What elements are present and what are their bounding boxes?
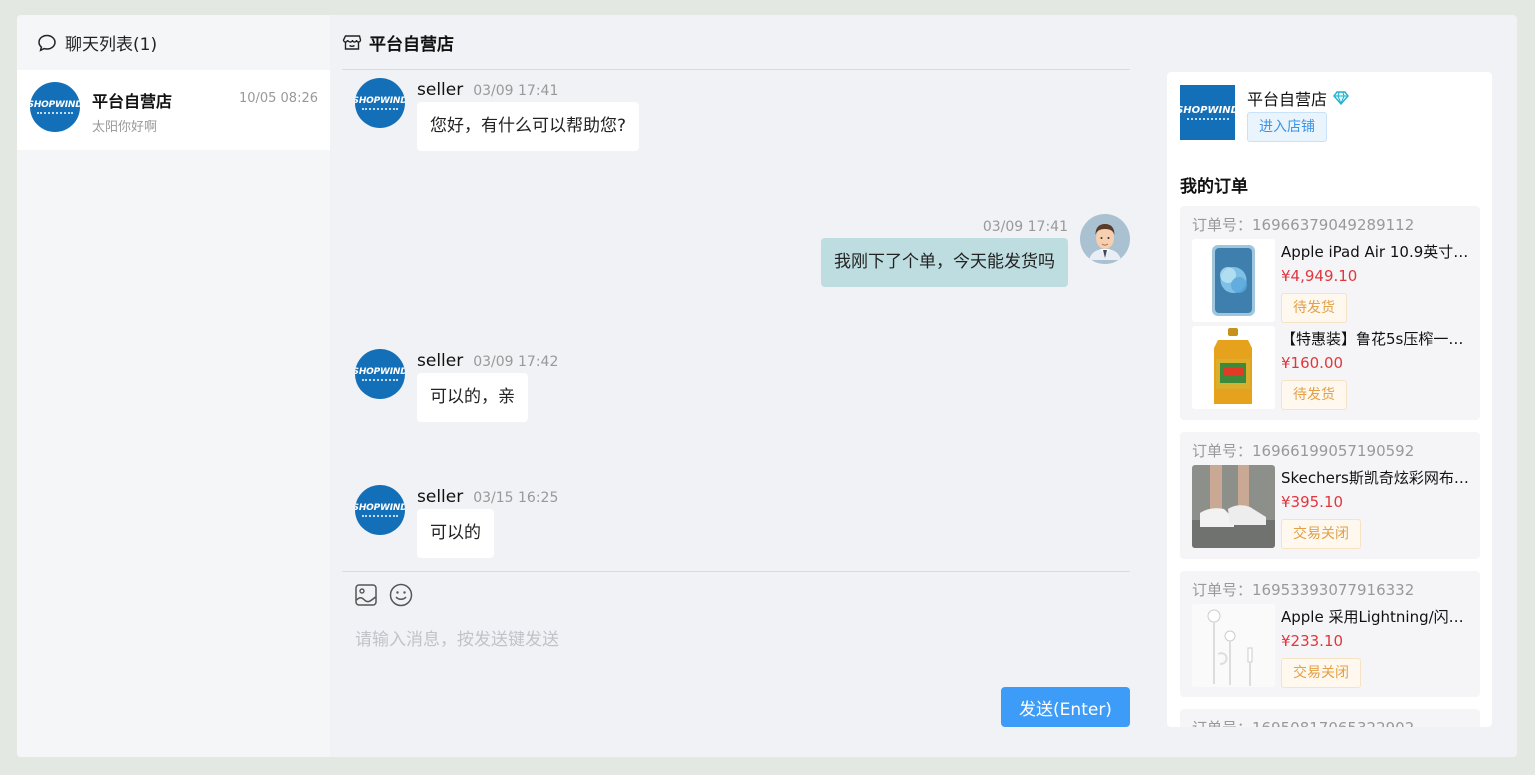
seller-logo-text: SHOPWIND <box>355 96 405 106</box>
order-card[interactable]: 订单号：16966199057190592 Skechers斯凯奇炫彩网布老爹鞋… <box>1180 432 1480 559</box>
order-item[interactable]: Apple 采用Lightning/闪电接头的EarPods ¥233.10 交… <box>1192 604 1474 688</box>
send-button[interactable]: 发送(Enter) <box>1001 687 1130 727</box>
product-price: ¥4,949.10 <box>1281 267 1358 285</box>
logo-dots <box>362 108 398 110</box>
seller-avatar: SHOPWIND <box>355 485 405 535</box>
order-status-badge: 待发货 <box>1281 380 1347 410</box>
message-bubble: 我刚下了个单，今天能发货吗 <box>821 238 1068 287</box>
oil-bottle-image <box>1214 328 1252 404</box>
conversation-snippet: 太阳你好啊 <box>92 120 158 135</box>
shop-info-panel: SHOPWIND 平台自营店 进入店铺 我的订单 订单号：16966379049… <box>1167 72 1492 727</box>
chat-list-header: 聊天列表(1) <box>17 15 330 70</box>
order-status-badge: 交易关闭 <box>1281 519 1361 549</box>
shop-logo: SHOPWIND <box>1176 85 1239 140</box>
message-received: SHOPWIND seller 03/09 17:41 您好，有什么可以帮助您? <box>355 78 755 158</box>
product-thumbnail <box>1192 604 1275 687</box>
product-price: ¥233.10 <box>1281 632 1344 650</box>
chat-list-panel: 聊天列表(1) SHOPWIND 平台自营店 10/05 08:26 太阳你好啊 <box>17 15 330 757</box>
chat-app: 聊天列表(1) SHOPWIND 平台自营店 10/05 08:26 太阳你好啊… <box>17 15 1517 757</box>
user-avatar-icon <box>1080 214 1130 264</box>
message-meta: seller 03/09 17:42 <box>417 351 558 371</box>
message-meta: seller 03/15 16:25 <box>417 487 558 507</box>
order-item[interactable]: Apple iPad Air 10.9英寸 平板电脑 ¥4,949.10 待发货 <box>1192 239 1474 323</box>
image-icon[interactable] <box>354 583 378 607</box>
user-avatar <box>1080 214 1130 264</box>
message-time: 03/09 17:42 <box>473 354 559 370</box>
product-thumbnail <box>1192 239 1275 322</box>
order-card[interactable]: 订单号：16966379049289112 Apple iPad Air 10.… <box>1180 206 1480 420</box>
logo-dots <box>362 379 398 381</box>
message-input[interactable]: 请输入消息，按发送键发送 <box>355 625 559 650</box>
message-meta: 03/09 17:41 <box>983 216 1068 235</box>
shop-logo-text: SHOPWIND <box>1176 105 1239 116</box>
seller-avatar: SHOPWIND <box>355 349 405 399</box>
chat-bubble-icon <box>38 34 56 52</box>
product-name: Skechers斯凯奇炫彩网布老爹鞋 <box>1281 469 1471 487</box>
order-card[interactable]: 订单号：16953393077916332 Apple 采用Lightning/… <box>1180 571 1480 697</box>
order-number: 订单号：16966199057190592 <box>1192 442 1415 460</box>
shop-logo-text: SHOPWIND <box>30 100 80 110</box>
logo-dots <box>362 515 398 517</box>
message-time: 03/09 17:41 <box>982 219 1068 235</box>
seller-avatar: SHOPWIND <box>355 78 405 128</box>
conversation-time: 10/05 08:26 <box>238 91 318 106</box>
product-name: 【特惠装】鲁花5s压榨一级花生油 <box>1281 330 1471 348</box>
earpods-image <box>1192 604 1275 687</box>
product-name: Apple iPad Air 10.9英寸 平板电脑 <box>1281 243 1471 261</box>
product-price: ¥160.00 <box>1281 354 1344 372</box>
shop-name-text: 平台自营店 <box>1247 90 1328 109</box>
message-bubble: 您好，有什么可以帮助您? <box>417 102 640 151</box>
message-sender: seller <box>417 351 464 371</box>
logo-dots <box>1186 118 1229 120</box>
input-divider <box>342 571 1130 572</box>
product-name: Apple 采用Lightning/闪电接头的EarPods <box>1281 608 1471 626</box>
order-item[interactable]: 【特惠装】鲁花5s压榨一级花生油 ¥160.00 待发货 <box>1192 326 1474 410</box>
order-number: 订单号：16953393077916332 <box>1192 581 1415 599</box>
chat-window: 平台自营店 SHOPWIND seller 03/09 17:41 您好，有什么可… <box>330 15 1142 757</box>
diamond-icon <box>1333 91 1349 105</box>
order-card[interactable]: 订单号：16950817065322902 <box>1180 709 1480 727</box>
message-sender: seller <box>417 80 464 100</box>
order-number: 订单号：16950817065322902 <box>1192 717 1414 727</box>
product-thumbnail <box>1192 326 1275 409</box>
message-sender: seller <box>417 487 464 507</box>
message-time: 03/09 17:41 <box>473 83 559 99</box>
shop-name: 平台自营店 <box>1247 86 1349 110</box>
orders-title: 我的订单 <box>1180 177 1248 197</box>
chat-header: 平台自营店 <box>342 15 1130 70</box>
message-bubble: 可以的 <box>417 509 494 558</box>
message-received: SHOPWIND seller 03/09 17:42 可以的，亲 <box>355 349 755 429</box>
store-icon <box>342 35 362 50</box>
logo-dots <box>37 112 73 114</box>
message-received: SHOPWIND seller 03/15 16:25 可以的 <box>355 485 755 565</box>
chat-list-title: 聊天列表(1) <box>65 35 158 55</box>
enter-shop-button[interactable]: 进入店铺 <box>1247 112 1327 142</box>
order-number: 订单号：16966379049289112 <box>1192 216 1415 234</box>
message-sent: 03/09 17:41 我刚下了个单，今天能发货吗 <box>730 214 1130 294</box>
seller-logo-text: SHOPWIND <box>355 503 405 513</box>
chat-title: 平台自营店 <box>369 34 454 55</box>
sneakers-image <box>1192 465 1275 548</box>
conversation-item[interactable]: SHOPWIND 平台自营店 10/05 08:26 太阳你好啊 <box>17 70 330 150</box>
order-status-badge: 交易关闭 <box>1281 658 1361 688</box>
product-thumbnail <box>1192 465 1275 548</box>
order-status-badge: 待发货 <box>1281 293 1347 323</box>
seller-logo-text: SHOPWIND <box>355 367 405 377</box>
product-price: ¥395.10 <box>1281 493 1344 511</box>
order-item[interactable]: Skechers斯凯奇炫彩网布老爹鞋 ¥395.10 交易关闭 <box>1192 465 1474 549</box>
ipad-image <box>1212 245 1255 316</box>
message-meta: seller 03/09 17:41 <box>417 80 558 100</box>
emoji-icon[interactable] <box>389 583 413 607</box>
message-bubble: 可以的，亲 <box>417 373 528 422</box>
message-time: 03/15 16:25 <box>473 490 559 506</box>
shop-avatar: SHOPWIND <box>30 82 80 132</box>
conversation-name: 平台自营店 <box>92 92 173 111</box>
